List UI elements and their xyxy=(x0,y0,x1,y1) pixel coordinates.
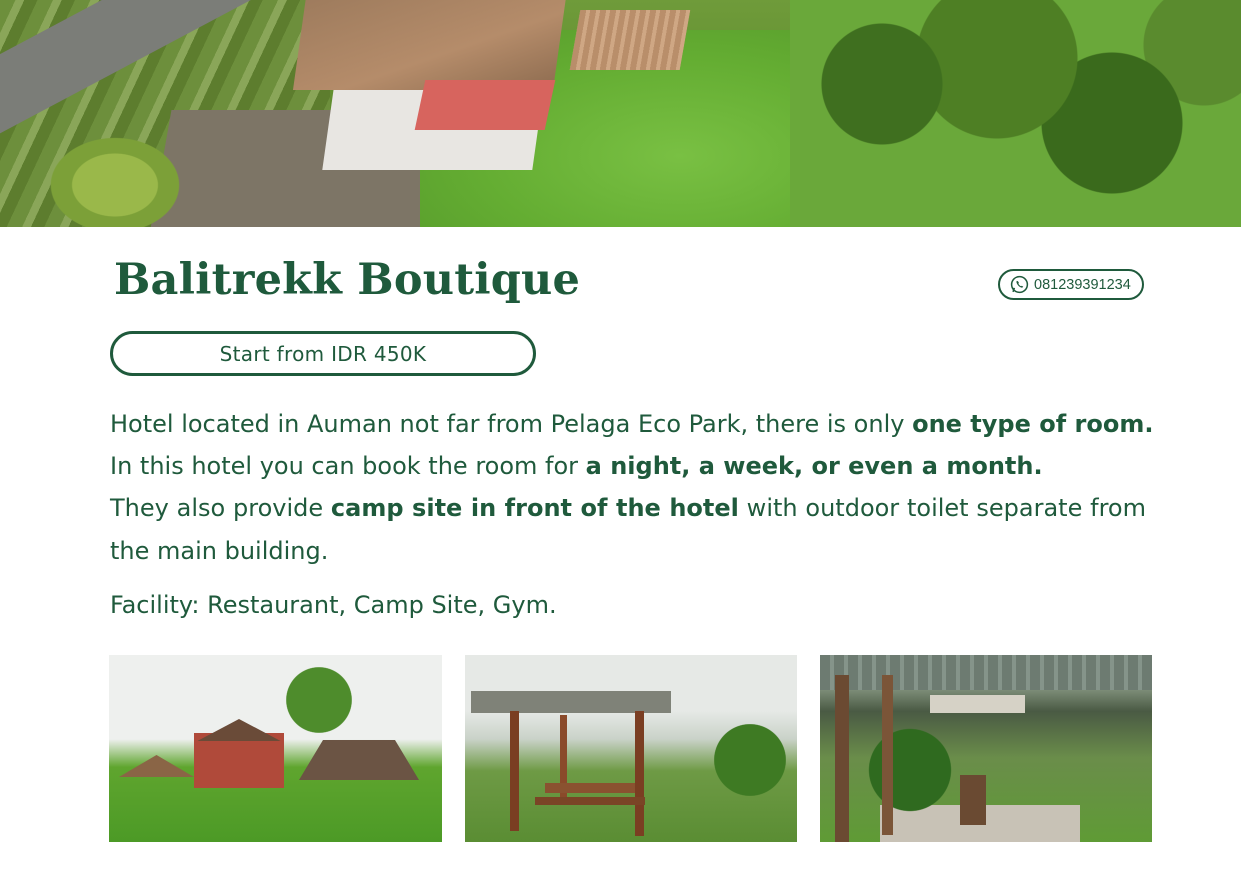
description-line-1: Hotel located in Auman not far from Pela… xyxy=(110,403,1153,445)
description-highlight: a night, a week, or even a month. xyxy=(585,452,1043,480)
gallery-photo-gazebo[interactable] xyxy=(465,655,797,842)
description-highlight: camp site in front of the hotel xyxy=(330,494,739,522)
description-text: They also provide xyxy=(110,494,331,522)
hut xyxy=(299,740,419,780)
plant xyxy=(850,715,970,825)
hero-image xyxy=(0,0,1241,227)
terrace-post xyxy=(882,675,893,835)
hotel-awning xyxy=(414,80,556,130)
price-button[interactable]: Start from IDR 450K xyxy=(110,331,536,376)
description-text: Hotel located in Auman not far from Pela… xyxy=(110,410,913,438)
gallery-photo-terrace[interactable] xyxy=(820,655,1152,842)
bush xyxy=(695,715,797,805)
picnic-bench xyxy=(535,797,645,805)
gazebo-post xyxy=(510,711,519,831)
gallery-photo-hotel[interactable] xyxy=(109,655,442,842)
hotel-roof xyxy=(292,0,568,90)
gazebo-roof xyxy=(471,691,671,713)
facility-list: Facility: Restaurant, Camp Site, Gym. xyxy=(110,591,557,619)
description-line-3: They also provide camp site in front of … xyxy=(110,487,1146,573)
phone-button[interactable]: 081239391234 xyxy=(998,269,1144,300)
whatsapp-icon xyxy=(1010,275,1029,294)
hotel-building xyxy=(194,733,284,788)
description-highlight: one type of room. xyxy=(912,410,1154,438)
terrace-sign xyxy=(930,695,1025,713)
gazebo-post xyxy=(635,711,644,836)
palm-tree xyxy=(40,130,190,227)
terrace-roof xyxy=(820,655,1152,690)
phone-number: 081239391234 xyxy=(1034,276,1131,293)
gazebo xyxy=(119,755,194,777)
terrace-post xyxy=(835,675,849,842)
page-title: Balitrekk Boutique xyxy=(114,255,581,305)
description-line-2: In this hotel you can book the room for … xyxy=(110,445,1146,487)
picnic-table xyxy=(545,783,635,793)
tree xyxy=(259,660,379,740)
chair xyxy=(960,775,986,825)
description-text: In this hotel you can book the room for xyxy=(110,452,586,480)
side-roof xyxy=(569,10,691,70)
tree-canopy xyxy=(790,0,1241,227)
